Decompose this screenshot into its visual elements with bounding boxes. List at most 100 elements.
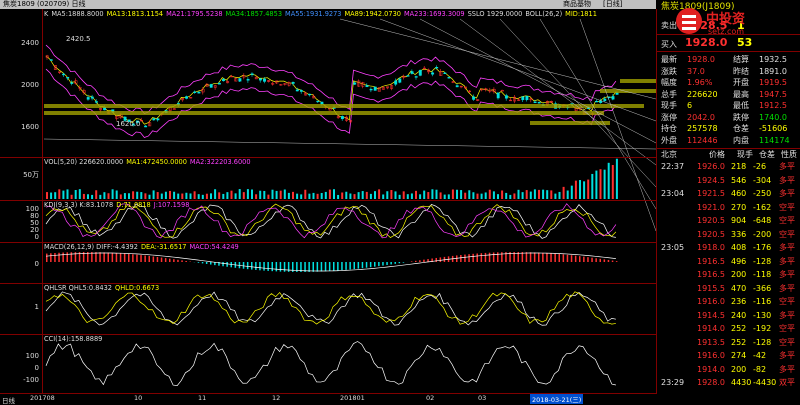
buy-label: 买入 (661, 39, 677, 50)
time-axis[interactable]: 日线 201708 10 11 12 201801 02 03 2018-03-… (0, 393, 656, 404)
tick-cell: 多平 (779, 161, 795, 172)
indicator-value: SSLO 1929.0000 (468, 10, 523, 18)
tick-cell: 1916.0 (697, 296, 725, 307)
tick-cell: 23:29 (661, 377, 684, 388)
xtick-label: 03 (478, 394, 486, 402)
period-tab[interactable]: 日线 (2, 395, 15, 405)
tick-row[interactable]: 1916.0236-116空平 (657, 296, 800, 307)
stat-cell: 1740.0 (759, 112, 787, 123)
tick-cell: 23:05 (661, 242, 684, 253)
stat-cell: 112446 (687, 135, 718, 146)
menu-product[interactable]: 商品基物 (563, 0, 591, 9)
kdj-yaxis: 100 80 50 20 0 (0, 200, 43, 242)
kdj-pane: 100 80 50 20 0 KDJ(9,3,3) K:83.1078D:71.… (0, 200, 656, 243)
stat-cell: 最高 (733, 89, 749, 100)
stat-row: 现手6最低1912.5 (657, 100, 800, 111)
tick-row[interactable]: 23:051918.0408-176多平 (657, 242, 800, 253)
tick-row[interactable]: 1914.0200-82多平 (657, 364, 800, 375)
tick-row[interactable]: 1924.5546-304多平 (657, 175, 800, 186)
tick-cell: 多平 (779, 364, 795, 375)
quote-panel: 焦炭1809(J1809) 卖出 1928.5 1 买入 1928.0 53 最… (657, 0, 800, 403)
cci-indicator-header: CCI(14):158.8889 (44, 335, 105, 343)
indicator-value: MA89:1942.0730 (344, 10, 400, 18)
stat-cell: -51606 (759, 123, 787, 134)
tick-cell: 408 (731, 242, 746, 253)
stat-cell: 37.0 (687, 66, 705, 77)
tick-cell: 1915.5 (697, 283, 725, 294)
tick-cell: -366 (753, 283, 771, 294)
tick-row[interactable]: 1914.5240-130多平 (657, 310, 800, 321)
tick-cell: 252 (731, 323, 746, 334)
tick-row[interactable]: 22:371926.0218-26多平 (657, 161, 800, 172)
stat-cell: 1912.5 (759, 100, 787, 111)
indicator-value: MA21:1795.5238 (166, 10, 222, 18)
tick-cell: -116 (753, 296, 771, 307)
stat-cell: 幅度 (661, 77, 677, 88)
chart-area[interactable]: 2400 2000 1600 KMA5:1888.8000MA13:1813.1… (0, 9, 657, 394)
tick-header: 北京 价格 现手 仓差 性质 (657, 149, 800, 160)
macd-indicator-header: MACD(26,12,9) DIFF:-4.4392DEA:-31.6517MA… (44, 243, 242, 251)
stat-cell: 涨跌 (661, 66, 677, 77)
volume-pane: 50万 VOL(5,20) 226620.0000MA1:472450.0000… (0, 157, 656, 201)
xtick-label: 02 (426, 394, 434, 402)
tick-row[interactable]: 1921.0270-162空平 (657, 202, 800, 213)
indicator-value: QHLD:0.6673 (115, 284, 159, 292)
tick-cell: 336 (731, 229, 746, 240)
indicator-value: MID:1811 (565, 10, 597, 18)
stat-row: 幅度1.96%开盘1919.5 (657, 77, 800, 88)
tick-cell: 1921.0 (697, 202, 725, 213)
indicator-value: MA233:1693.3009 (404, 10, 465, 18)
tick-row[interactable]: 1915.5470-366多平 (657, 283, 800, 294)
ytick-cci-100: 100 (26, 352, 39, 360)
stat-cell: 最新 (661, 54, 677, 65)
indicator-value: MA34:1857.4853 (226, 10, 282, 18)
stat-cell: 开盘 (733, 77, 749, 88)
tick-cell: 1921.5 (697, 188, 725, 199)
indicator-value: BOLL(26,2) (525, 10, 562, 18)
tick-cell: 多平 (779, 256, 795, 267)
main-pane: 2400 2000 1600 KMA5:1888.8000MA13:1813.1… (0, 9, 656, 158)
indicator-value: MACD:54.4249 (189, 243, 238, 251)
tick-row[interactable]: 1916.0274-42多平 (657, 350, 800, 361)
tick-cell: -200 (753, 229, 771, 240)
tick-row[interactable]: 1916.5200-118多平 (657, 269, 800, 280)
stat-cell: 仓差 (733, 123, 749, 134)
ytick-2000: 2000 (21, 81, 39, 89)
macd-yaxis: 0 (0, 242, 43, 283)
window-title-bar: 焦炭1809 (020709) 日线 商品基物 [日线] (0, 0, 656, 9)
stat-row: 外盘112446内盘114174 (657, 135, 800, 146)
tick-cell: 496 (731, 256, 746, 267)
tick-cell: 200 (731, 269, 746, 280)
menu-period[interactable]: [日线] (603, 0, 622, 9)
buy-price: 1928.0 (685, 36, 727, 49)
indicator-value: DEA:-31.6517 (141, 243, 187, 251)
indicator-value: MA13:1813.1154 (107, 10, 163, 18)
indicator-value: K (44, 10, 48, 18)
annotation-low: 1620.0 (116, 120, 141, 128)
xtick-label: 201708 (30, 394, 55, 402)
tick-row[interactable]: 1913.5252-128空平 (657, 337, 800, 348)
logo-url: setz.com (708, 27, 744, 36)
tick-row[interactable]: 1920.5336-200空平 (657, 229, 800, 240)
stat-cell: 2042.0 (687, 112, 715, 123)
tick-row[interactable]: 1914.0252-192空平 (657, 323, 800, 334)
tick-cell: 1913.5 (697, 337, 725, 348)
stat-row: 最新1928.0结算1932.5 (657, 54, 800, 65)
tick-cell: 470 (731, 283, 746, 294)
tick-cell: 4430 (731, 377, 751, 388)
tick-cell: 空平 (779, 296, 795, 307)
tick-row[interactable]: 1916.5496-128多平 (657, 256, 800, 267)
tick-row[interactable]: 23:291928.04430-4430双平 (657, 377, 800, 388)
tick-row[interactable]: 23:041921.5460-250多平 (657, 188, 800, 199)
qhlsr-pane: 1 QHLSR QHL5:0.8432QHLD:0.6673 (0, 283, 656, 335)
indicator-value: MACD(26,12,9) DIFF:-4.4392 (44, 243, 138, 251)
indicator-value: MA2:322203.6000 (190, 158, 251, 166)
indicator-value: MA5:1888.8000 (51, 10, 103, 18)
kdj-indicator-header: KDJ(9,3,3) K:83.1078D:71.0818J:107.1598 (44, 201, 192, 209)
tick-cell: -162 (753, 202, 771, 213)
stat-cell: 外盘 (661, 135, 677, 146)
tick-row[interactable]: 1920.5904-648空平 (657, 215, 800, 226)
stat-cell: 涨停 (661, 112, 677, 123)
stat-row: 涨跌37.0昨结1891.0 (657, 66, 800, 77)
tick-cell: 空平 (779, 323, 795, 334)
